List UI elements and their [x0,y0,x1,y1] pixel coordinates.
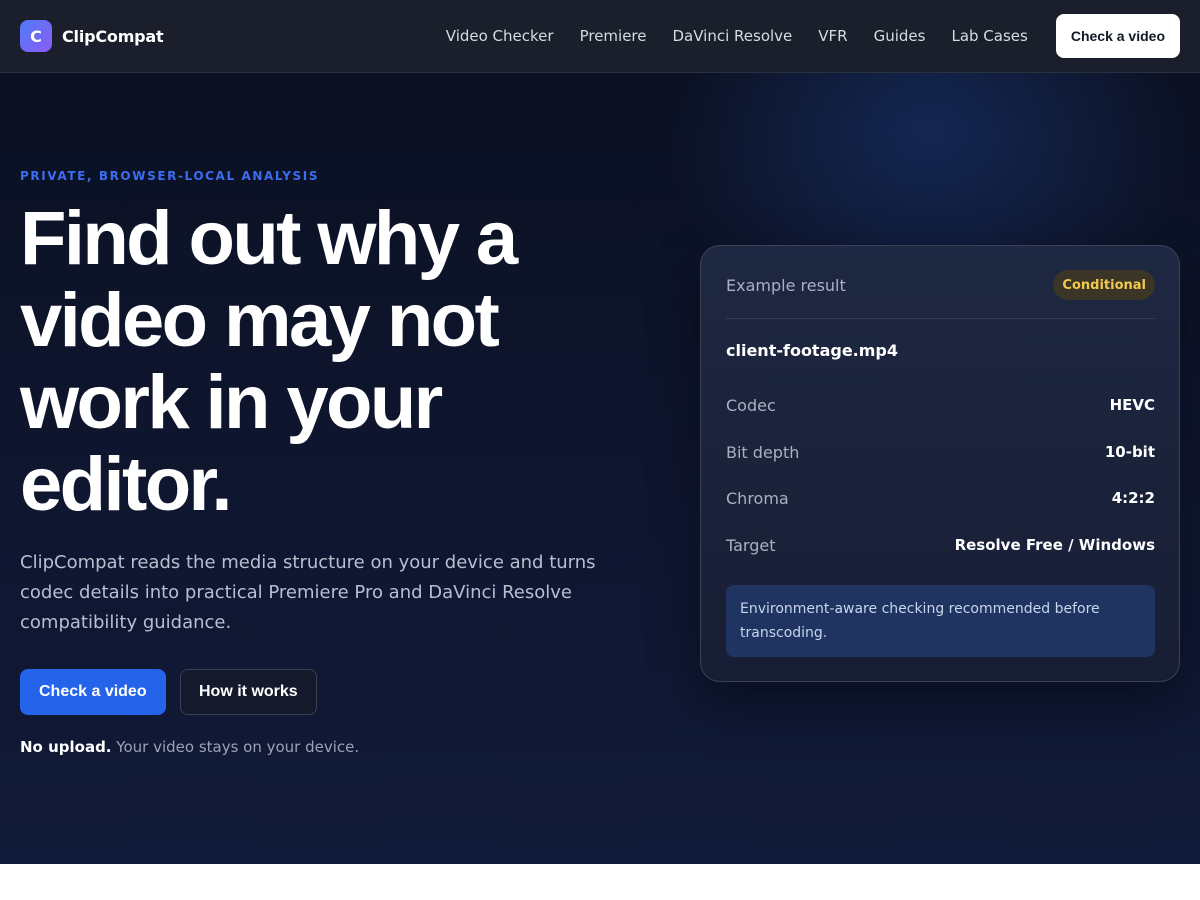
top-navigation-bar: C ClipCompat Video Checker Premiere DaVi… [0,0,1200,73]
row-value: 4:2:2 [1111,489,1155,507]
main-nav: Video Checker Premiere DaVinci Resolve V… [420,14,1180,58]
hero-headline: Find out why a video may not work in you… [20,196,518,527]
result-row-target: Target Resolve Free / Windows [726,533,1155,557]
nav-link-davinci-resolve[interactable]: DaVinci Resolve [673,27,793,45]
row-value: Resolve Free / Windows [954,536,1155,554]
row-key: Codec [726,395,776,415]
brand-name: ClipCompat [62,26,164,46]
nav-link-video-checker[interactable]: Video Checker [446,27,554,45]
privacy-note-strong: No upload. [20,738,112,756]
result-row-bit-depth: Bit depth 10-bit [726,440,1155,464]
result-row-chroma: Chroma 4:2:2 [726,486,1155,510]
hero-section: C ClipCompat Video Checker Premiere DaVi… [0,0,1200,864]
card-label: Example result [726,276,846,295]
row-key: Target [726,535,776,555]
header-check-video-button[interactable]: Check a video [1055,14,1180,58]
row-value: 10-bit [1104,443,1155,461]
check-video-button[interactable]: Check a video [20,669,166,715]
recommendation-note: Environment-aware checking recommended b… [726,585,1155,657]
hero-description: ClipCompat reads the media structure on … [20,552,596,633]
result-row-codec: Codec HEVC [726,393,1155,417]
example-result-card: Example result Conditional client-footag… [700,245,1180,682]
row-key: Chroma [726,488,789,508]
privacy-note: No upload. Your video stays on your devi… [20,738,359,756]
card-divider [726,318,1155,319]
file-name: client-footage.mp4 [726,341,899,360]
privacy-note-text: Your video stays on your device. [111,738,360,756]
brand-link[interactable]: C ClipCompat [20,20,164,52]
hero-eyebrow: PRIVATE, BROWSER-LOCAL ANALYSIS [20,169,320,183]
nav-link-guides[interactable]: Guides [874,27,926,45]
how-it-works-button[interactable]: How it works [180,669,317,715]
logo-icon: C [20,20,52,52]
row-key: Bit depth [726,442,800,462]
status-badge: Conditional [1053,270,1155,300]
nav-link-premiere[interactable]: Premiere [580,27,647,45]
nav-link-vfr[interactable]: VFR [818,27,847,45]
nav-link-lab-cases[interactable]: Lab Cases [951,27,1027,45]
row-value: HEVC [1109,396,1155,414]
